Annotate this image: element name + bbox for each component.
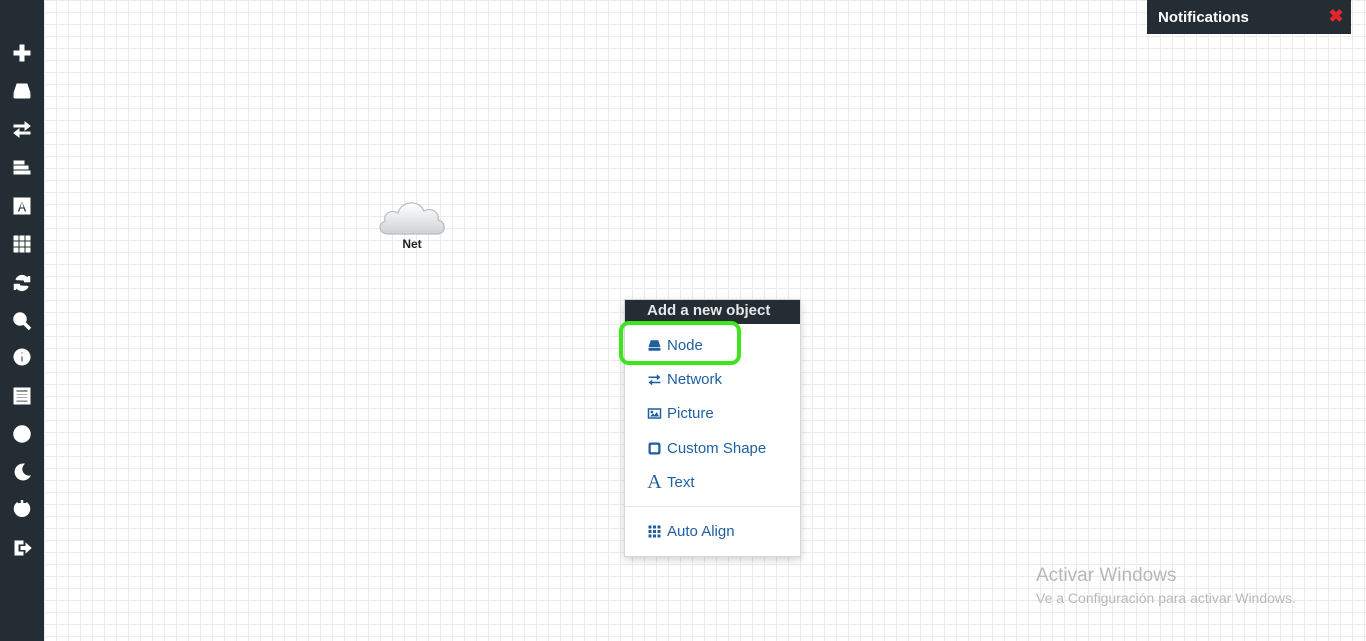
network-node-net[interactable]: Net: [374, 192, 450, 256]
windows-activation-watermark: Activar Windows Ve a Configuración para …: [1036, 565, 1296, 606]
power-icon: [13, 500, 31, 517]
status-button[interactable]: [7, 419, 37, 449]
add-icon: [13, 44, 31, 62]
menu-item-label: Text: [667, 473, 695, 491]
text-icon: A: [647, 470, 662, 493]
menu-item-label: Network: [667, 370, 723, 388]
logout-icon: [14, 540, 32, 556]
align-icon: [13, 160, 31, 175]
add-button[interactable]: [7, 38, 37, 68]
custom-shape-icon: [648, 442, 661, 454]
menu-item-node[interactable]: Node: [647, 334, 703, 356]
node-icon: [648, 339, 661, 351]
text-objects-button[interactable]: [7, 191, 37, 221]
menu-item-auto-align[interactable]: Auto Align: [647, 520, 735, 542]
picture-icon: [647, 407, 662, 419]
menu-item-network[interactable]: Network: [647, 368, 722, 390]
refresh-button[interactable]: [7, 268, 37, 298]
zoom-icon: [13, 312, 32, 331]
close-icon[interactable]: ✖: [1327, 6, 1345, 26]
network-icon: [13, 120, 31, 139]
menu-item-label: Auto Align: [667, 522, 735, 540]
notifications-title: Notifications: [1158, 9, 1249, 26]
menu-item-label: Node: [667, 336, 703, 354]
grid-button[interactable]: [7, 229, 37, 259]
grid-icon: [648, 525, 661, 537]
dark-mode-button[interactable]: [7, 457, 37, 487]
grid-icon: [13, 235, 31, 253]
node-icon: [13, 83, 31, 99]
list-button[interactable]: [7, 381, 37, 411]
watermark-subtitle: Ve a Configuración para activar Windows.: [1036, 590, 1296, 606]
menu-divider: [625, 506, 800, 507]
info-icon: [13, 348, 31, 366]
list-icon: [13, 387, 31, 405]
info-button[interactable]: [7, 342, 37, 372]
menu-item-label: Custom Shape: [667, 439, 767, 457]
menu-item-picture[interactable]: Picture: [647, 402, 714, 424]
logout-button[interactable]: [7, 533, 37, 563]
align-button[interactable]: [7, 153, 37, 183]
menu-item-text[interactable]: A Text: [647, 470, 695, 493]
network-node-label: Net: [402, 237, 422, 251]
context-menu-header: Add a new object: [625, 300, 800, 324]
refresh-icon: [13, 274, 31, 292]
network-icon: [648, 373, 661, 385]
networks-button[interactable]: [7, 114, 37, 144]
zoom-button[interactable]: [7, 306, 37, 336]
menu-item-custom-shape[interactable]: Custom Shape: [647, 437, 766, 459]
menu-item-label: Picture: [667, 404, 714, 422]
check-icon: [13, 425, 31, 443]
text-icon: [13, 197, 31, 215]
sidebar: [0, 0, 44, 641]
nodes-button[interactable]: [7, 76, 37, 106]
notifications-panel: Notifications ✖: [1147, 0, 1351, 34]
context-menu: Add a new object Node Network Picture Cu…: [624, 299, 801, 557]
cloud-icon: [379, 202, 445, 235]
moon-icon: [14, 463, 31, 481]
power-button[interactable]: [7, 493, 37, 523]
watermark-title: Activar Windows: [1036, 565, 1177, 586]
